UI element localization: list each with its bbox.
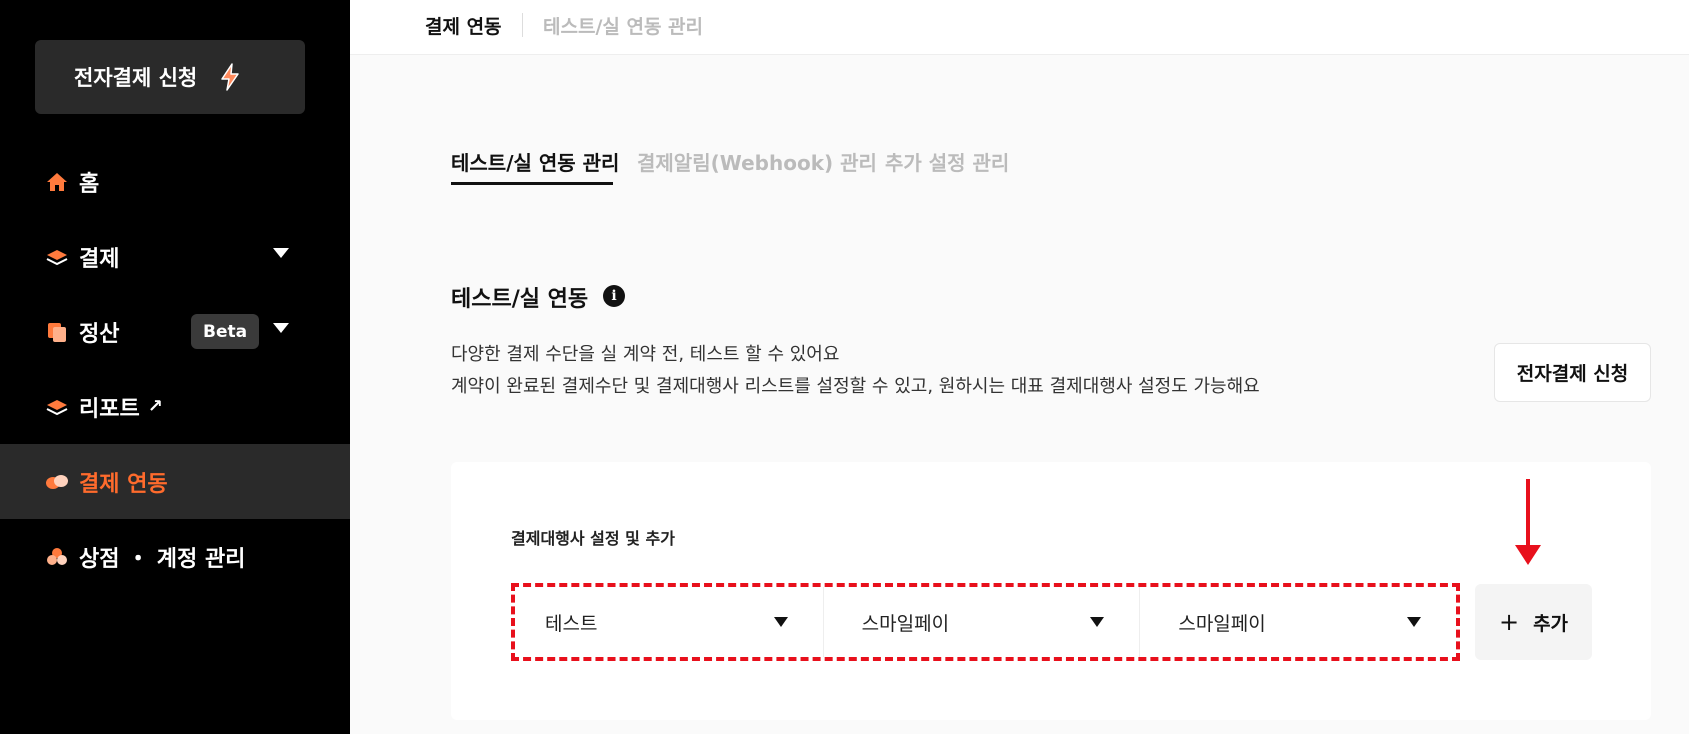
card-title: 결제대행사 설정 및 추가 xyxy=(511,529,675,548)
sidebar-item-label: 결제 xyxy=(79,246,120,272)
caret-down-icon xyxy=(1090,617,1105,627)
plus-icon: + xyxy=(1498,608,1520,636)
pg-settings-card: 결제대행사 설정 및 추가 테스트 스마일페이 스마일페이 + 추가 xyxy=(451,462,1651,720)
sidebar-item-store-account[interactable]: 상점 ・ 계정 관리 xyxy=(0,519,350,594)
tab-webhook[interactable]: 결제알림(Webhook) 관리 xyxy=(637,147,877,176)
beta-badge: Beta xyxy=(191,314,260,349)
apply-payment-outline-button[interactable]: 전자결제 신청 xyxy=(1494,343,1651,402)
caret-down-icon xyxy=(773,617,788,627)
sidebar-item-label: 정산 xyxy=(79,321,120,347)
add-button-label: 추가 xyxy=(1533,612,1569,635)
sidebar-item-home[interactable]: 홈 xyxy=(0,144,350,219)
top-bar: 결제 연동 테스트/실 연동 관리 xyxy=(350,0,1689,55)
sidebar-item-label: 결제 연동 xyxy=(79,471,168,497)
info-icon[interactable]: i xyxy=(603,285,625,307)
lightning-icon xyxy=(219,62,245,92)
sidebar-item-report[interactable]: 리포트 ↗ xyxy=(0,369,350,444)
tab-test-live[interactable]: 테스트/실 연동 관리 xyxy=(451,147,619,176)
pg-select[interactable]: 스마일페이 xyxy=(832,587,1141,657)
payment-method-select[interactable]: 스마일페이 xyxy=(1148,587,1456,657)
caret-down-icon xyxy=(1407,617,1422,627)
breadcrumb-sub[interactable]: 테스트/실 연동 관리 xyxy=(543,12,703,39)
active-tab-indicator xyxy=(451,182,613,185)
sidebar-item-label: 리포트 xyxy=(79,396,140,422)
select-value: 테스트 xyxy=(545,612,598,635)
external-link-icon: ↗ xyxy=(147,396,163,417)
layers-icon xyxy=(45,245,69,269)
chevron-down-icon[interactable] xyxy=(273,248,289,258)
annotation-arrow-icon xyxy=(1515,479,1541,565)
sidebar-item-payment[interactable]: 결제 xyxy=(0,219,350,294)
breadcrumb-divider xyxy=(522,13,523,37)
select-value: 스마일페이 xyxy=(1178,612,1266,635)
section-description-1: 다양한 결제 수단을 실 계약 전, 테스트 할 수 있어요 xyxy=(451,344,840,365)
copy-icon xyxy=(45,320,69,344)
chevron-down-icon[interactable] xyxy=(273,323,289,333)
section-description-2: 계약이 완료된 결제수단 및 결제대행사 리스트를 설정할 수 있고, 원하시는… xyxy=(451,376,1260,397)
breadcrumb-current[interactable]: 결제 연동 xyxy=(425,12,502,39)
sidebar-item-label: 홈 xyxy=(79,171,100,197)
environment-select[interactable]: 테스트 xyxy=(515,587,824,657)
add-button[interactable]: + 추가 xyxy=(1475,584,1592,660)
sidebar-item-label: 상점 ・ 계정 관리 xyxy=(79,546,246,572)
sidebar: 전자결제 신청 홈 결제 정산 Beta 리포트 ↗ 결제 연동 상점 ・ 계정… xyxy=(0,0,350,734)
pg-selects-group: 테스트 스마일페이 스마일페이 xyxy=(511,583,1460,661)
select-value: 스마일페이 xyxy=(861,612,950,635)
tab-additional-settings[interactable]: 추가 설정 관리 xyxy=(885,147,1009,176)
link-icon xyxy=(45,470,69,494)
sidebar-item-payment-integration[interactable]: 결제 연동 xyxy=(0,444,350,519)
section-title: 테스트/실 연동 xyxy=(451,287,589,312)
layers-icon xyxy=(45,395,69,419)
store-icon xyxy=(45,545,69,569)
sidebar-item-settlement[interactable]: 정산 Beta xyxy=(0,294,350,369)
apply-payment-label: 전자결제 신청 xyxy=(74,66,198,90)
home-icon xyxy=(45,170,69,194)
apply-payment-button[interactable]: 전자결제 신청 xyxy=(35,40,305,114)
